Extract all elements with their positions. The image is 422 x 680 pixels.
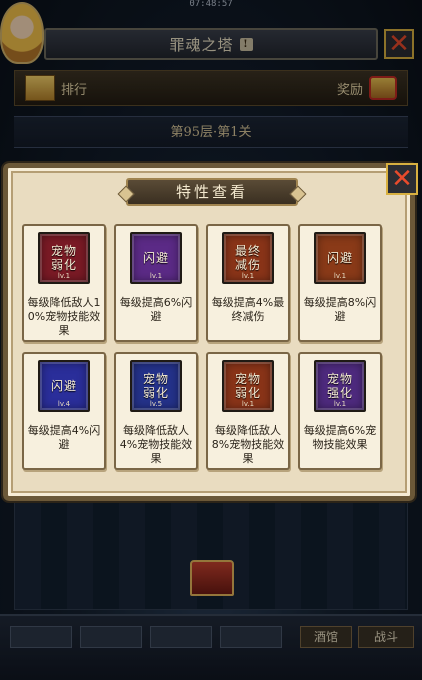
trait-name: 宠物弱化	[234, 372, 261, 400]
trait-icon: 闪避 lv.1	[314, 232, 366, 284]
trait-icon: 宠物弱化 lv.1	[38, 232, 90, 284]
trait-card[interactable]: 宠物强化 lv.1 每级提高6%宠物技能效果	[298, 352, 382, 470]
trait-level: lv.4	[57, 400, 71, 408]
trait-icon: 闪避 lv.4	[38, 360, 90, 412]
trait-card[interactable]: 闪避 lv.4 每级提高4%闪避	[22, 352, 106, 470]
trait-name: 闪避	[50, 379, 77, 393]
trait-icon: 最终减伤 lv.1	[222, 232, 274, 284]
trait-grid: 宠物弱化 lv.1 每级降低敌人10%宠物技能效果 闪避 lv.1 每级提高6%…	[22, 224, 398, 470]
trait-card[interactable]: 宠物弱化 lv.1 每级降低敌人8%宠物技能效果	[206, 352, 290, 470]
trait-icon: 宠物强化 lv.1	[314, 360, 366, 412]
trait-name: 最终减伤	[234, 244, 261, 272]
dialog-close-icon[interactable]: ✕	[386, 163, 418, 195]
trait-card[interactable]: 闪避 lv.1 每级提高6%闪避	[114, 224, 198, 342]
trait-level: lv.1	[333, 400, 347, 408]
trait-name: 闪避	[326, 251, 353, 265]
trait-description: 每级降低敌人8%宠物技能效果	[211, 424, 285, 465]
trait-description: 每级提高6%闪避	[119, 296, 193, 323]
trait-level: lv.5	[149, 400, 163, 408]
trait-description: 每级提高4%闪避	[27, 424, 101, 451]
trait-level: lv.1	[241, 400, 255, 408]
trait-level: lv.1	[57, 272, 71, 280]
trait-description: 每级提高4%最终减伤	[211, 296, 285, 323]
trait-description: 每级降低敌人10%宠物技能效果	[27, 296, 101, 337]
trait-name: 宠物强化	[326, 372, 353, 400]
trait-description: 每级提高6%宠物技能效果	[303, 424, 377, 451]
trait-level: lv.1	[241, 272, 255, 280]
trait-card[interactable]: 宠物弱化 lv.1 每级降低敌人10%宠物技能效果	[22, 224, 106, 342]
trait-icon: 宠物弱化 lv.5	[130, 360, 182, 412]
trait-level: lv.1	[149, 272, 163, 280]
trait-card[interactable]: 最终减伤 lv.1 每级提高4%最终减伤	[206, 224, 290, 342]
trait-description: 每级降低敌人4%宠物技能效果	[119, 424, 193, 465]
trait-icon: 宠物弱化 lv.1	[222, 360, 274, 412]
trait-description: 每级提高8%闪避	[303, 296, 377, 323]
trait-name: 宠物弱化	[142, 372, 169, 400]
trait-name: 闪避	[142, 251, 169, 265]
dialog-title: 特性查看	[126, 178, 298, 206]
trait-card[interactable]: 宠物弱化 lv.5 每级降低敌人4%宠物技能效果	[114, 352, 198, 470]
trait-card[interactable]: 闪避 lv.1 每级提高8%闪避	[298, 224, 382, 342]
trait-icon: 闪避 lv.1	[130, 232, 182, 284]
trait-level: lv.1	[333, 272, 347, 280]
trait-view-dialog: 特性查看 宠物弱化 lv.1 每级降低敌人10%宠物技能效果 闪避 lv.1 每…	[1, 161, 417, 503]
trait-name: 宠物弱化	[50, 244, 77, 272]
